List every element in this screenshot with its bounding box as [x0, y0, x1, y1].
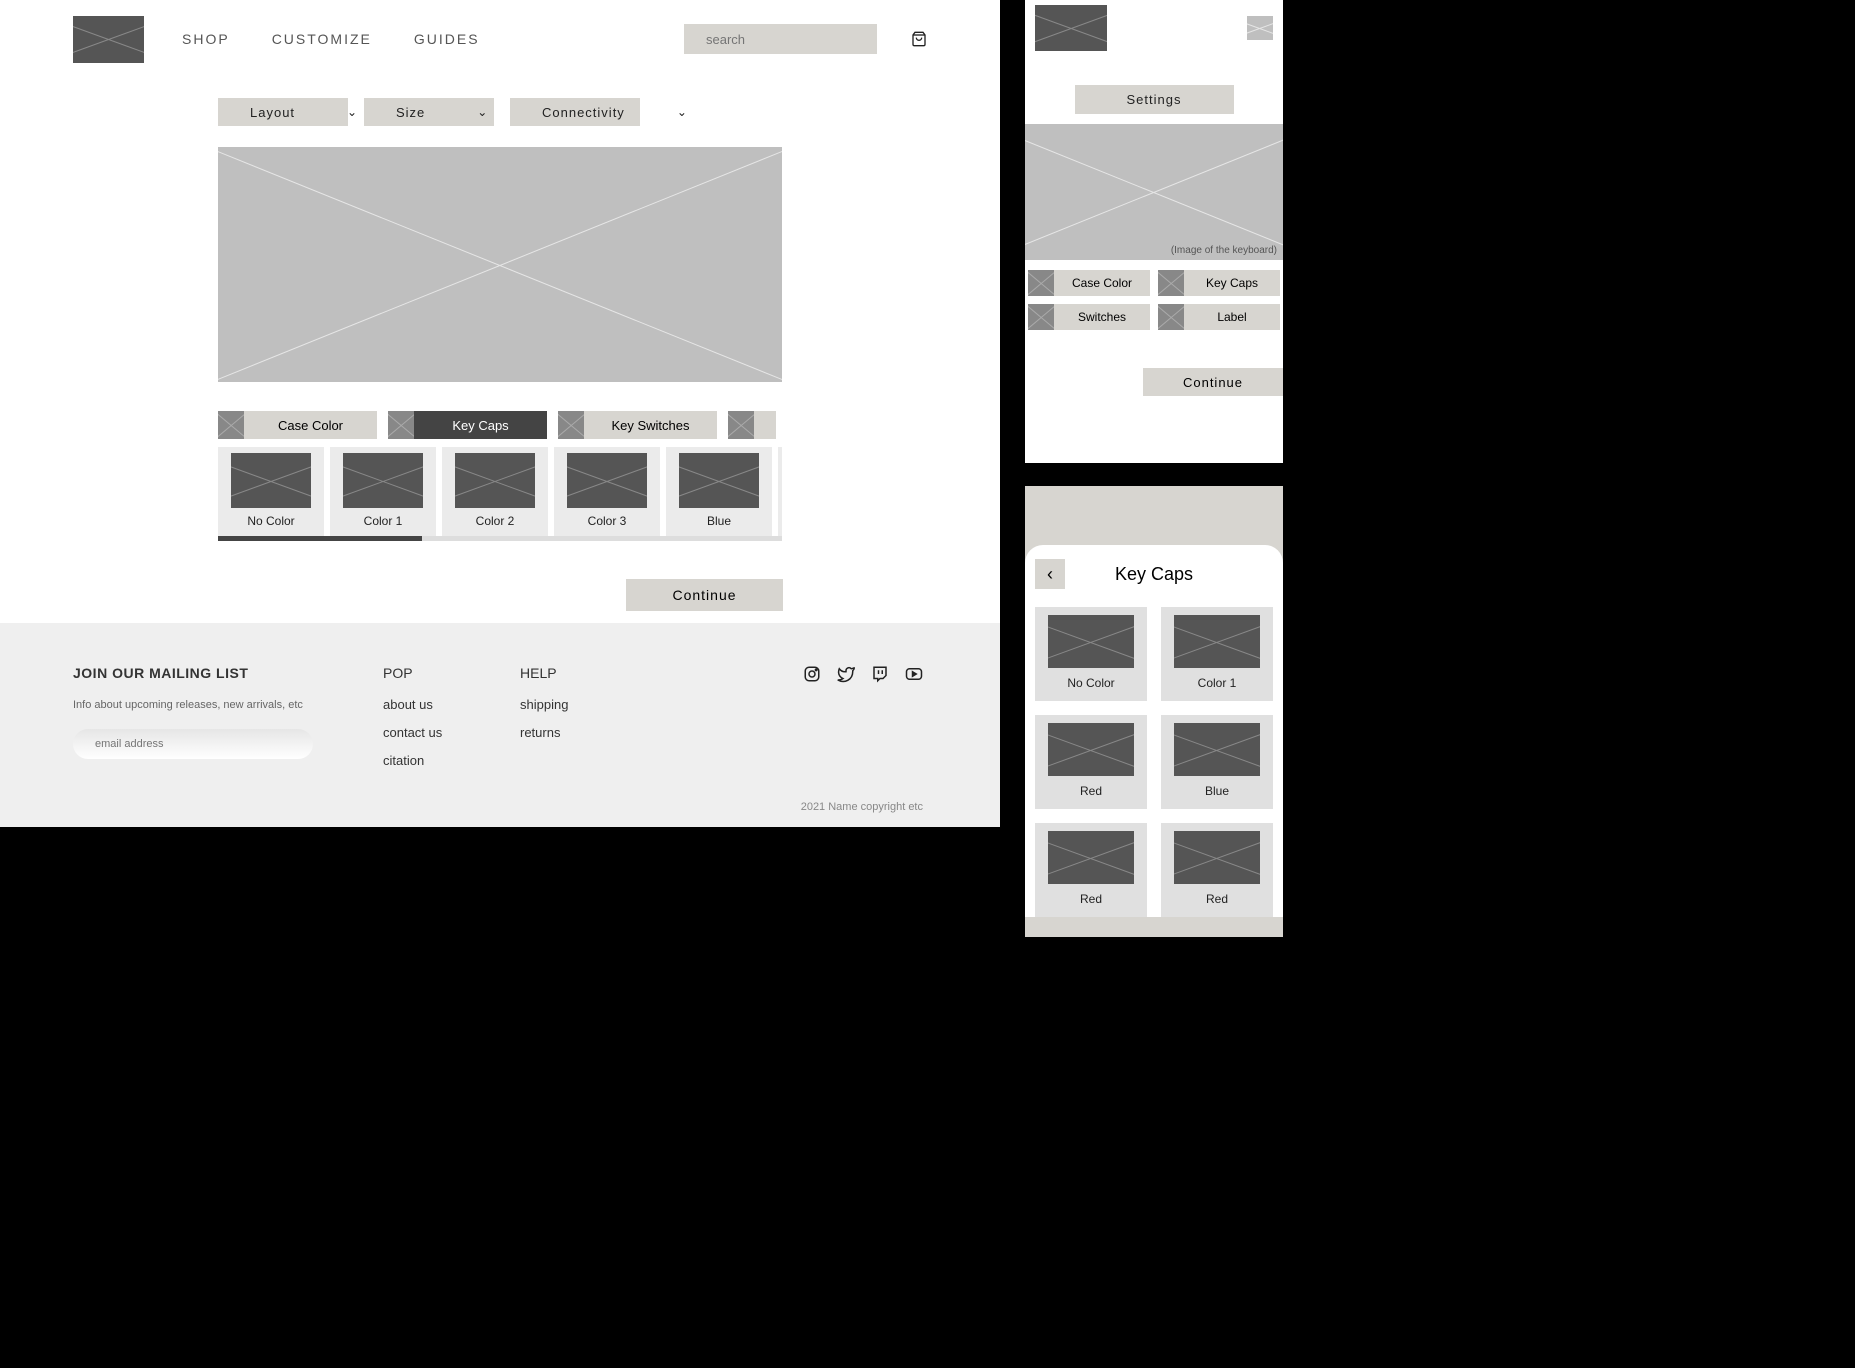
tile-grid: Case Color Key Caps Switches Label: [1025, 260, 1283, 330]
instagram-icon[interactable]: [803, 665, 821, 683]
footer-col-help: HELP shipping returns: [520, 665, 647, 827]
mobile-frame-settings: Settings (Image of the keyboard) Case Co…: [1025, 0, 1283, 463]
chevron-down-icon: ⌄: [445, 105, 488, 119]
color-card[interactable]: Blue: [1161, 715, 1273, 809]
swatch-icon: [558, 411, 584, 439]
tab-overflow[interactable]: [728, 411, 776, 439]
option-row: No Color Color 1 Color 2 Color 3 Blue: [218, 447, 782, 536]
image-caption: (Image of the keyboard): [1171, 245, 1277, 256]
menu-icon[interactable]: [1247, 16, 1273, 40]
dropdown-layout[interactable]: Layout⌄: [218, 98, 348, 126]
swatch-thumb: [1174, 615, 1260, 668]
chevron-down-icon: ⌄: [645, 105, 688, 119]
swatch-icon: [388, 411, 414, 439]
footer-link[interactable]: citation: [383, 753, 510, 768]
back-button[interactable]: ‹: [1035, 559, 1065, 589]
color-card[interactable]: Red: [1161, 823, 1273, 917]
swatch-thumb: [679, 453, 759, 508]
swatch-thumb: [1048, 831, 1134, 884]
mailing-list-info: Info about upcoming releases, new arriva…: [73, 699, 373, 711]
swatch-icon: [1028, 270, 1054, 296]
footer-col-title: HELP: [520, 665, 647, 681]
color-card[interactable]: Red: [1035, 823, 1147, 917]
option-card[interactable]: No Color: [218, 447, 324, 536]
swatch-icon: [1028, 304, 1054, 330]
continue-button[interactable]: Continue: [1143, 368, 1283, 396]
tile-switches[interactable]: Switches: [1028, 304, 1150, 330]
swatch-thumb: [231, 453, 311, 508]
cart-icon[interactable]: [911, 31, 927, 47]
mailing-list: JOIN OUR MAILING LIST Info about upcomin…: [73, 665, 373, 827]
tile-key-caps[interactable]: Key Caps: [1158, 270, 1280, 296]
tab-key-caps[interactable]: Key Caps: [388, 411, 547, 439]
sheet-title: Key Caps: [1115, 564, 1193, 585]
logo[interactable]: [73, 16, 144, 63]
mailing-list-title: JOIN OUR MAILING LIST: [73, 665, 373, 681]
option-card[interactable]: Color 3: [554, 447, 660, 536]
option-card[interactable]: Color 2: [442, 447, 548, 536]
nav-customize[interactable]: CUSTOMIZE: [272, 31, 372, 47]
option-scrollbar[interactable]: [218, 536, 782, 541]
footer-col-title: POP: [383, 665, 510, 681]
color-grid: No Color Color 1 Red Blue Red Red: [1035, 607, 1273, 917]
footer-link[interactable]: about us: [383, 697, 510, 712]
option-card[interactable]: Color 1: [330, 447, 436, 536]
keyboard-image: (Image of the keyboard): [1025, 124, 1283, 260]
swatch-icon: [1158, 304, 1184, 330]
swatch-thumb: [1174, 831, 1260, 884]
tile-label[interactable]: Label: [1158, 304, 1280, 330]
color-card[interactable]: Red: [1035, 715, 1147, 809]
dropdown-size[interactable]: Size⌄: [364, 98, 494, 126]
swatch-thumb: [455, 453, 535, 508]
dropdown-connectivity[interactable]: Connectivity⌄: [510, 98, 640, 126]
email-field[interactable]: [73, 729, 313, 759]
footer-link[interactable]: contact us: [383, 725, 510, 740]
option-card[interactable]: Blue: [666, 447, 772, 536]
tab-case-color[interactable]: Case Color: [218, 411, 377, 439]
swatch-thumb: [1174, 723, 1260, 776]
continue-button[interactable]: Continue: [626, 579, 783, 611]
mobile-frame-keycaps: ‹ Key Caps No Color Color 1 Red Blue Red…: [1025, 486, 1283, 937]
copyright: 2021 Name copyright etc: [801, 801, 923, 813]
filter-row: Layout⌄ Size⌄ Connectivity⌄: [0, 98, 1000, 126]
nav-guides[interactable]: GUIDES: [414, 31, 480, 47]
desktop-frame: SHOP CUSTOMIZE GUIDES Layout⌄ Size⌄ Conn…: [0, 0, 1000, 827]
primary-nav: SHOP CUSTOMIZE GUIDES: [182, 31, 480, 47]
mobile-header: [1025, 486, 1283, 541]
chevron-down-icon: ⌄: [315, 105, 358, 119]
swatch-thumb: [1048, 723, 1134, 776]
footer-col-pop: POP about us contact us citation: [383, 665, 510, 827]
header: SHOP CUSTOMIZE GUIDES: [0, 0, 1000, 78]
footer-link[interactable]: returns: [520, 725, 647, 740]
swatch-icon: [728, 411, 754, 439]
category-tabs: Case Color Key Caps Key Switches: [218, 411, 1000, 439]
mobile-header: [1025, 0, 1283, 55]
swatch-thumb: [567, 453, 647, 508]
tile-case-color[interactable]: Case Color: [1028, 270, 1150, 296]
bottom-sheet: ‹ Key Caps No Color Color 1 Red Blue Red…: [1025, 545, 1283, 917]
swatch-icon: [218, 411, 244, 439]
swatch-icon: [1158, 270, 1184, 296]
color-card[interactable]: No Color: [1035, 607, 1147, 701]
twitch-icon[interactable]: [871, 665, 889, 683]
color-card[interactable]: Color 1: [1161, 607, 1273, 701]
twitter-icon[interactable]: [837, 665, 855, 683]
search-input[interactable]: [684, 24, 877, 54]
swatch-thumb: [343, 453, 423, 508]
footer: JOIN OUR MAILING LIST Info about upcomin…: [0, 623, 1000, 827]
youtube-icon[interactable]: [905, 665, 923, 683]
footer-link[interactable]: shipping: [520, 697, 647, 712]
nav-shop[interactable]: SHOP: [182, 31, 230, 47]
product-hero-image: [218, 147, 782, 382]
logo[interactable]: [1035, 5, 1107, 51]
settings-button[interactable]: Settings: [1075, 85, 1234, 114]
chevron-left-icon: ‹: [1047, 564, 1053, 585]
swatch-thumb: [1048, 615, 1134, 668]
option-card[interactable]: [778, 447, 782, 536]
tab-key-switches[interactable]: Key Switches: [558, 411, 717, 439]
sheet-header: ‹ Key Caps: [1035, 559, 1273, 589]
